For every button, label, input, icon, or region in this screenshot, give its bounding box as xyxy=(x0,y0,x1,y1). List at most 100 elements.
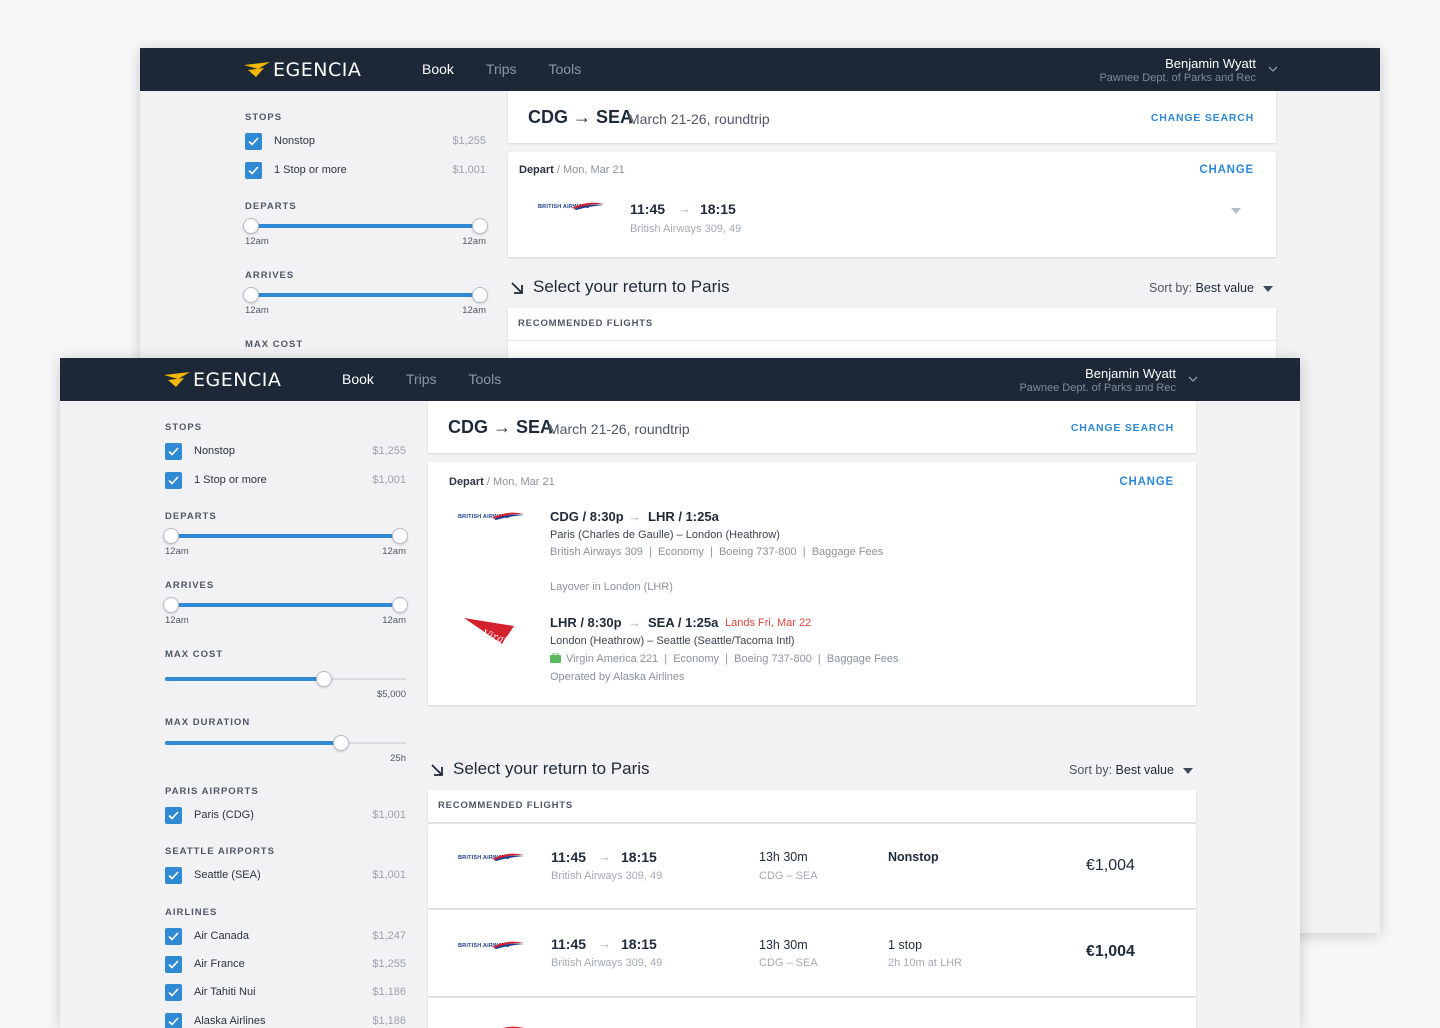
caret-down-icon[interactable] xyxy=(1263,286,1273,292)
ba-speedmarque-icon xyxy=(492,941,524,949)
check-icon xyxy=(168,811,179,820)
depart-label: Depart xyxy=(519,164,554,176)
egencia-swoosh-icon xyxy=(164,372,190,387)
filter-airline-air-france[interactable]: Air France $1,255 xyxy=(165,956,406,974)
check-icon xyxy=(168,960,179,969)
checkbox[interactable] xyxy=(165,1013,182,1028)
filter-airport-sea[interactable]: Seattle (SEA) $1,001 xyxy=(165,867,406,885)
egencia-swoosh-icon xyxy=(244,62,270,77)
filter-airline-alaska[interactable]: Alaska Airlines $1,186 xyxy=(165,1013,406,1028)
filter-title-arrives: ARRIVES xyxy=(165,580,215,591)
slider-handle-min[interactable] xyxy=(163,528,179,544)
slider-handle-min[interactable] xyxy=(243,287,259,303)
filter-title-max-cost: MAX COST xyxy=(165,649,224,660)
nav-tools[interactable]: Tools xyxy=(549,48,582,91)
divider xyxy=(508,340,1276,341)
filter-title-departs: DEPARTS xyxy=(245,201,297,212)
result-arrive-time: 18:15 xyxy=(621,936,657,952)
nav-book[interactable]: Book xyxy=(342,358,374,401)
change-search-link[interactable]: CHANGE SEARCH xyxy=(1071,422,1174,434)
caret-down-icon[interactable] xyxy=(1183,768,1193,774)
slider-handle-max[interactable] xyxy=(392,528,408,544)
nav-tools[interactable]: Tools xyxy=(469,358,502,401)
route-dates: March 21-26, roundtrip xyxy=(628,111,770,127)
flight-result-row[interactable]: BRITISH AIRWAYS 11:45 → 18:15 British Ai… xyxy=(428,824,1196,908)
filter-price: $1,001 xyxy=(372,474,406,486)
max-cost-slider[interactable]: $5,000 xyxy=(165,671,406,701)
british-airways-logo: BRITISH AIRWAYS xyxy=(458,941,524,953)
nav-trips[interactable]: Trips xyxy=(486,48,517,91)
filter-price: $1,001 xyxy=(372,809,406,821)
max-duration-slider[interactable]: 25h xyxy=(165,735,406,765)
expand-caret-icon[interactable] xyxy=(1231,208,1241,214)
egencia-logo[interactable]: EGENCIA xyxy=(164,369,282,391)
sort-dropdown[interactable]: Sort by: Best value xyxy=(1149,281,1254,295)
flight-result-row[interactable]: BRITISH AIRWAYS 11:45 → 18:15 British Ai… xyxy=(428,910,1196,996)
change-depart-link[interactable]: CHANGE xyxy=(1119,476,1174,488)
depart-label: Depart xyxy=(449,476,484,488)
checkbox[interactable] xyxy=(245,162,262,179)
slider-handle-max[interactable] xyxy=(392,597,408,613)
checkbox[interactable] xyxy=(245,133,262,150)
egencia-logo[interactable]: EGENCIA xyxy=(244,59,361,81)
slider-handle[interactable] xyxy=(316,671,332,687)
slider-handle-min[interactable] xyxy=(243,218,259,234)
slider-fill xyxy=(251,224,480,228)
checkbox[interactable] xyxy=(165,928,182,945)
checkbox[interactable] xyxy=(165,956,182,973)
slider-handle-max[interactable] xyxy=(472,287,488,303)
checkbox[interactable] xyxy=(165,984,182,1001)
filter-airport-cdg[interactable]: Paris (CDG) $1,001 xyxy=(165,807,406,825)
chevron-down-icon[interactable] xyxy=(1268,64,1278,74)
filter-airline-air-canada[interactable]: Air Canada $1,247 xyxy=(165,928,406,946)
filter-stops-one-or-more[interactable]: 1 Stop or more $1,001 xyxy=(165,472,406,490)
nav-trips[interactable]: Trips xyxy=(406,358,437,401)
check-icon xyxy=(168,932,179,941)
main-nav: Book Trips Tools xyxy=(422,48,613,91)
slider-handle-max[interactable] xyxy=(472,218,488,234)
slider-handle[interactable] xyxy=(333,735,349,751)
result-flight-numbers: British Airways 309, 49 xyxy=(551,957,663,969)
filter-label: 1 Stop or more xyxy=(274,164,347,176)
arrives-range-slider[interactable]: 12am 12am xyxy=(163,597,408,627)
result-route: CDG – SEA xyxy=(759,870,818,882)
recommended-label: RECOMMENDED FLIGHTS xyxy=(438,800,574,811)
checkbox[interactable] xyxy=(165,807,182,824)
flight-result-row[interactable] xyxy=(428,998,1196,1028)
filter-title-stops: STOPS xyxy=(165,422,203,433)
leg1-airports: Paris (Charles de Gaulle) – London (Heat… xyxy=(550,529,780,541)
filter-label: Air Canada xyxy=(194,930,250,942)
leg2-airports: London (Heathrow) – Seattle (Seattle/Tac… xyxy=(550,635,795,647)
departs-range-slider[interactable]: 12am 12am xyxy=(163,528,408,558)
user-menu[interactable]: Benjamin Wyatt Pawnee Dept. of Parks and… xyxy=(1099,56,1256,85)
filter-airline-air-tahiti-nui[interactable]: Air Tahiti Nui $1,186 xyxy=(165,984,406,1002)
top-navbar: EGENCIA Book Trips Tools Benjamin Wyatt … xyxy=(60,358,1300,401)
result-stops: 1 stop xyxy=(888,938,923,952)
filter-stops-one-or-more[interactable]: 1 Stop or more $1,001 xyxy=(245,162,486,180)
user-menu[interactable]: Benjamin Wyatt Pawnee Dept. of Parks and… xyxy=(1019,366,1176,395)
slider-fill xyxy=(171,603,400,607)
depart-flight-card[interactable]: Depart / Mon, Mar 21 CHANGE BRITISH AIRW… xyxy=(508,152,1276,257)
check-icon xyxy=(248,137,259,146)
change-search-link[interactable]: CHANGE SEARCH xyxy=(1151,112,1254,124)
filter-stops-nonstop[interactable]: Nonstop $1,255 xyxy=(165,443,406,461)
filter-title-paris-airports: PARIS AIRPORTS xyxy=(165,786,259,797)
checkbox[interactable] xyxy=(165,443,182,460)
departs-range-slider[interactable]: 12am 12am xyxy=(243,218,488,248)
brand-name: EGENCIA xyxy=(193,369,282,391)
front-window: EGENCIA Book Trips Tools Benjamin Wyatt … xyxy=(60,358,1300,1028)
filter-title-seattle-airports: SEATTLE AIRPORTS xyxy=(165,846,275,857)
sort-dropdown[interactable]: Sort by: Best value xyxy=(1069,763,1174,777)
change-depart-link[interactable]: CHANGE xyxy=(1199,164,1254,176)
depart-time: 11:45 xyxy=(630,201,666,217)
nav-book[interactable]: Book xyxy=(422,48,454,91)
chevron-down-icon[interactable] xyxy=(1188,374,1198,384)
checkbox[interactable] xyxy=(165,472,182,489)
checkbox[interactable] xyxy=(165,867,182,884)
slider-max-label: 12am xyxy=(462,305,486,316)
wifi-amenity-icon xyxy=(550,653,561,663)
filter-stops-nonstop[interactable]: Nonstop $1,255 xyxy=(245,133,486,151)
slider-handle-min[interactable] xyxy=(163,597,179,613)
result-price: €1,004 xyxy=(1086,943,1135,960)
arrives-range-slider[interactable]: 12am 12am xyxy=(243,287,488,317)
